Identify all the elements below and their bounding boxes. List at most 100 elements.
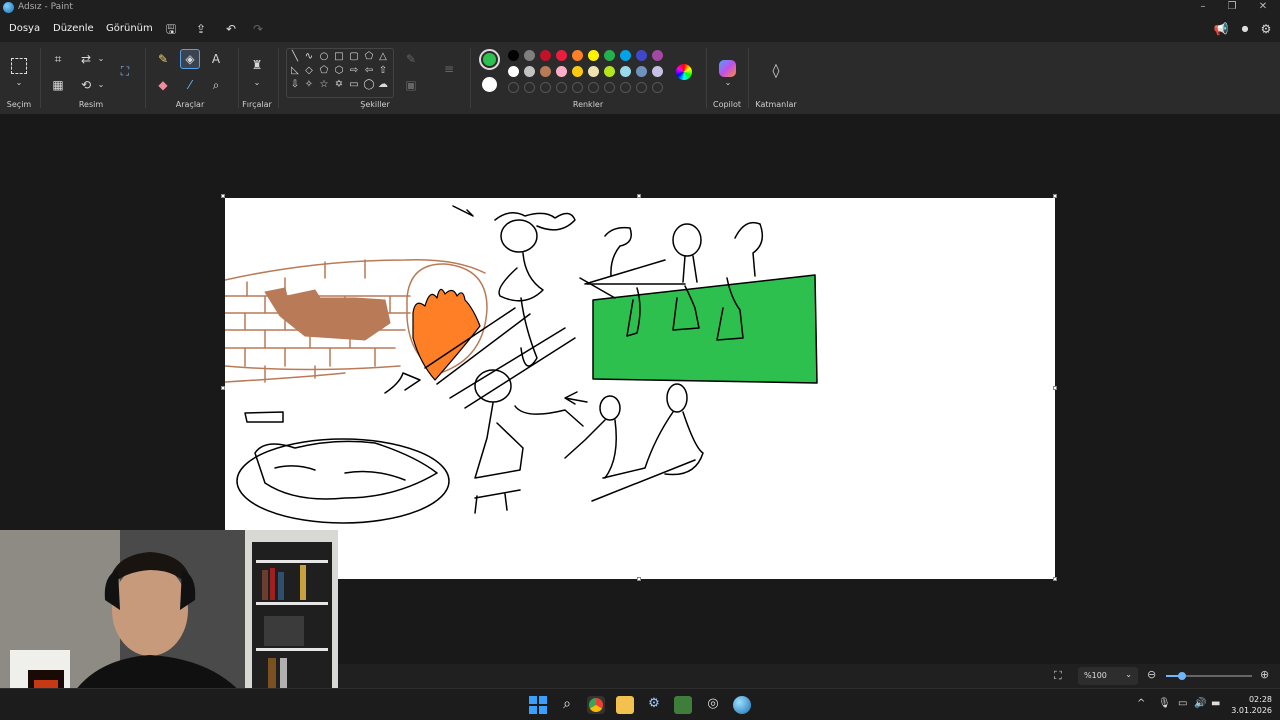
palette-swatch[interactable] bbox=[588, 50, 599, 61]
up-arrow-shape-icon[interactable]: ⇧ bbox=[375, 64, 391, 78]
fit-to-window-icon[interactable]: ⛶ bbox=[1054, 669, 1062, 683]
palette-swatch[interactable] bbox=[508, 66, 519, 77]
hexagon-shape-icon[interactable]: ⬡ bbox=[331, 64, 347, 78]
zoom-slider-thumb[interactable] bbox=[1178, 672, 1186, 680]
chevron-down-icon[interactable]: ⌄ bbox=[249, 76, 265, 90]
palette-swatch[interactable] bbox=[652, 66, 663, 77]
steam-icon[interactable]: ⚙ bbox=[645, 696, 663, 714]
palette-swatch[interactable] bbox=[604, 66, 615, 77]
drawing-canvas[interactable] bbox=[224, 198, 1055, 579]
palette-swatch[interactable] bbox=[508, 50, 519, 61]
chevron-down-icon[interactable]: ⌄ bbox=[720, 76, 736, 90]
primary-color-button[interactable] bbox=[479, 49, 500, 70]
custom-color-slot[interactable] bbox=[652, 82, 663, 93]
custom-color-slot[interactable] bbox=[636, 82, 647, 93]
close-button[interactable]: ✕ bbox=[1256, 1, 1270, 15]
custom-color-slot[interactable] bbox=[588, 82, 599, 93]
palette-swatch[interactable] bbox=[636, 66, 647, 77]
edit-colors-icon[interactable] bbox=[676, 64, 692, 80]
palette-swatch[interactable] bbox=[572, 50, 583, 61]
palette-swatch[interactable] bbox=[620, 66, 631, 77]
palette-swatch[interactable] bbox=[540, 50, 551, 61]
canvas-resize-handle[interactable] bbox=[1053, 194, 1057, 198]
menu-file[interactable]: Dosya bbox=[9, 23, 40, 34]
rotate-icon[interactable]: ⟲ bbox=[78, 78, 94, 92]
chevron-down-icon[interactable]: ⌄ bbox=[93, 52, 109, 66]
custom-color-slot[interactable] bbox=[604, 82, 615, 93]
palette-swatch[interactable] bbox=[556, 50, 567, 61]
custom-color-slot[interactable] bbox=[540, 82, 551, 93]
right-arrow-shape-icon[interactable]: ⇨ bbox=[346, 64, 362, 78]
crop-icon[interactable]: ⌗ bbox=[50, 52, 66, 66]
zoom-in-icon[interactable]: ⊕ bbox=[1260, 668, 1269, 681]
shape-outline-icon[interactable]: ✎ bbox=[403, 52, 419, 66]
remove-background-icon[interactable]: ⛶ bbox=[117, 64, 133, 78]
maximize-button[interactable]: ❐ bbox=[1225, 1, 1239, 15]
shape-fill-icon[interactable]: ▣ bbox=[403, 78, 419, 92]
custom-color-slot[interactable] bbox=[620, 82, 631, 93]
undo-icon[interactable]: ↶ bbox=[222, 21, 240, 37]
tray-overflow-icon[interactable]: ^ bbox=[1137, 698, 1145, 709]
zoom-slider-track[interactable] bbox=[1166, 672, 1252, 680]
selection-tool-icon[interactable] bbox=[11, 58, 27, 74]
battery-icon[interactable]: ▬ bbox=[1211, 698, 1220, 709]
secondary-color-button[interactable] bbox=[482, 77, 497, 92]
triangle-shape-icon[interactable]: △ bbox=[375, 50, 391, 64]
palette-swatch[interactable] bbox=[524, 50, 535, 61]
settings-gear-icon[interactable]: ⚙ bbox=[1257, 21, 1275, 37]
menu-edit[interactable]: Düzenle bbox=[53, 23, 94, 34]
palette-swatch[interactable] bbox=[604, 50, 615, 61]
text-tool-icon[interactable]: A bbox=[208, 52, 224, 66]
system-clock[interactable]: 02:28 3.01.2026 bbox=[1228, 694, 1272, 716]
palette-swatch[interactable] bbox=[620, 50, 631, 61]
menu-view[interactable]: Görünüm bbox=[106, 23, 153, 34]
oval-shape-icon[interactable]: ○ bbox=[316, 50, 332, 64]
canvas-resize-handle[interactable] bbox=[637, 577, 641, 581]
curve-shape-icon[interactable]: ∿ bbox=[301, 50, 317, 64]
cloud-callout-shape-icon[interactable]: ☁ bbox=[375, 78, 391, 92]
paint-taskbar-icon[interactable] bbox=[733, 696, 751, 714]
eraser-icon[interactable]: ◆ bbox=[155, 78, 171, 92]
palette-swatch[interactable] bbox=[588, 66, 599, 77]
custom-color-slot[interactable] bbox=[572, 82, 583, 93]
redo-icon[interactable]: ↷ bbox=[249, 21, 267, 37]
five-point-star-shape-icon[interactable]: ☆ bbox=[316, 78, 332, 92]
network-icon[interactable]: ▭ bbox=[1178, 698, 1187, 709]
shape-size-icon[interactable]: ≡ bbox=[441, 62, 457, 76]
image-select-icon[interactable]: ▦ bbox=[50, 78, 66, 92]
start-button-icon[interactable] bbox=[529, 696, 547, 714]
palette-swatch[interactable] bbox=[540, 66, 551, 77]
account-icon[interactable]: ● bbox=[1236, 21, 1254, 37]
recording-app-icon[interactable]: ◎ bbox=[704, 696, 722, 714]
copilot-icon[interactable] bbox=[719, 60, 736, 77]
zoom-level-dropdown[interactable]: %100 ⌄ bbox=[1078, 667, 1138, 685]
palette-swatch[interactable] bbox=[556, 66, 567, 77]
chevron-down-icon[interactable]: ⌄ bbox=[11, 76, 27, 90]
pentagon-shape-icon[interactable]: ⬠ bbox=[316, 64, 332, 78]
diamond-shape-icon[interactable]: ◇ bbox=[301, 64, 317, 78]
palette-swatch[interactable] bbox=[636, 50, 647, 61]
canvas-resize-handle[interactable] bbox=[221, 194, 225, 198]
microphone-icon[interactable]: 🎙 bbox=[1158, 698, 1171, 709]
canvas-resize-handle[interactable] bbox=[1053, 577, 1057, 581]
rounded-rectangle-shape-icon[interactable]: ▢ bbox=[346, 50, 362, 64]
feedback-icon[interactable]: 📢 bbox=[1212, 21, 1230, 37]
minimize-button[interactable]: – bbox=[1196, 1, 1210, 15]
callout-shape-icon[interactable]: ▭ bbox=[346, 78, 362, 92]
volume-icon[interactable]: 🔊 bbox=[1194, 698, 1206, 709]
canvas-resize-handle[interactable] bbox=[637, 194, 641, 198]
layers-icon[interactable]: ◊ bbox=[768, 64, 784, 78]
file-explorer-icon[interactable] bbox=[616, 696, 634, 714]
custom-color-slot[interactable] bbox=[524, 82, 535, 93]
rectangle-shape-icon[interactable]: □ bbox=[331, 50, 347, 64]
canvas-resize-handle[interactable] bbox=[1053, 386, 1057, 390]
custom-color-slot[interactable] bbox=[508, 82, 519, 93]
zoom-out-icon[interactable]: ⊖ bbox=[1147, 668, 1156, 681]
palette-swatch[interactable] bbox=[652, 50, 663, 61]
chevron-down-icon[interactable]: ⌄ bbox=[93, 78, 109, 92]
color-picker-icon[interactable]: ⁄ bbox=[182, 78, 198, 92]
brush-icon[interactable]: ♜ bbox=[249, 58, 265, 72]
six-point-star-shape-icon[interactable]: ✡ bbox=[331, 78, 347, 92]
chrome-icon[interactable] bbox=[587, 696, 605, 714]
magnifier-icon[interactable]: ⌕ bbox=[208, 78, 224, 92]
